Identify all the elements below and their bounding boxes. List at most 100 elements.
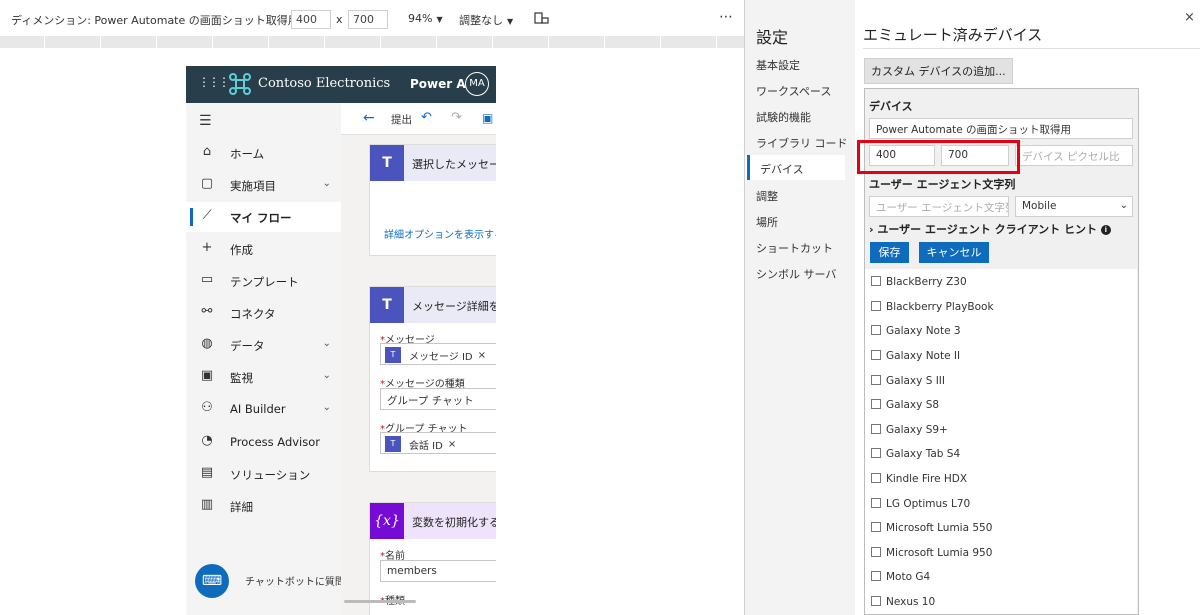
horizontal-scrollbar[interactable] bbox=[344, 600, 416, 603]
device-list-item[interactable]: Blackberry PlayBook bbox=[871, 301, 994, 313]
settings-nav-devices[interactable]: デバイス bbox=[760, 161, 804, 177]
client-hints-label: ユーザー エージェント クライアント ヒント bbox=[877, 223, 1097, 236]
card-header[interactable]: T メッセージ詳細を bbox=[370, 287, 496, 323]
settings-nav: 設定 基本設定 ワークスペース 試験的機能 ライブラリ コード デバイス 調整 … bbox=[745, 0, 855, 615]
checkbox[interactable] bbox=[871, 375, 881, 385]
save-icon[interactable]: ▣ bbox=[482, 111, 493, 125]
nav-item-process-advisor[interactable]: ◔ Process Advisor bbox=[186, 427, 341, 457]
back-arrow-icon[interactable]: ← bbox=[363, 110, 375, 126]
zoom-select[interactable]: 94% ▼ bbox=[408, 12, 443, 25]
device-list-item[interactable]: Galaxy S9+ bbox=[871, 424, 948, 436]
nav-item-solutions[interactable]: ▤ ソリューション bbox=[186, 459, 341, 489]
device-name-input[interactable]: Power Automate の画面ショット取得用 bbox=[869, 118, 1133, 139]
device-list-item[interactable]: Galaxy Tab S4 bbox=[871, 448, 960, 460]
nav-item-connectors[interactable]: ⚯ コネクタ bbox=[186, 298, 341, 328]
checkbox[interactable] bbox=[871, 448, 881, 458]
conversation-id-field[interactable]: T 会話 ID × bbox=[380, 432, 496, 454]
checkbox[interactable] bbox=[871, 522, 881, 532]
height-input[interactable]: 700 bbox=[348, 10, 388, 29]
device-list-item[interactable]: Galaxy Note II bbox=[871, 350, 960, 362]
action-card-message-details[interactable]: T メッセージ詳細を *メッセージ T メッセージ ID × *メッセージの種類 グ… bbox=[369, 286, 496, 472]
device-list-item[interactable]: Moto G4 bbox=[871, 571, 930, 583]
chatbot-label[interactable]: チャットボットに質問 bbox=[245, 573, 345, 588]
device-list-item[interactable]: Microsoft Lumia 950 bbox=[871, 547, 992, 559]
throttle-select[interactable]: 調整なし ▼ bbox=[459, 12, 513, 28]
nav-item-my-flows[interactable]: ⟋ マイ フロー bbox=[186, 202, 341, 232]
device-list-scrollbar[interactable]: ▲ ▼ bbox=[1137, 89, 1139, 614]
settings-nav-throttling[interactable]: 調整 bbox=[756, 188, 778, 204]
client-hints-toggle[interactable]: › ユーザー エージェント クライアント ヒント i bbox=[869, 221, 1111, 237]
settings-nav-symbol-server[interactable]: シンボル サーバ bbox=[756, 266, 836, 282]
user-agent-input[interactable]: ユーザー エージェント文字列 bbox=[869, 196, 1009, 217]
checkbox[interactable] bbox=[871, 571, 881, 581]
device-pixel-ratio-input[interactable]: デバイス ピクセル比 bbox=[1015, 145, 1133, 166]
checkbox[interactable] bbox=[871, 276, 881, 286]
nav-item-learn[interactable]: ▥ 詳細 bbox=[186, 491, 341, 521]
nav-item-monitor[interactable]: ▣ 監視 ⌄ bbox=[186, 362, 341, 392]
checkbox[interactable] bbox=[871, 547, 881, 557]
redo-icon[interactable]: ↷ bbox=[451, 110, 462, 125]
user-agent-type-select[interactable]: Mobile ⌄ bbox=[1015, 196, 1133, 217]
width-input[interactable]: 400 bbox=[291, 10, 331, 29]
device-list-item[interactable]: Galaxy S III bbox=[871, 375, 945, 387]
checkbox[interactable] bbox=[871, 301, 881, 311]
chatbot-icon[interactable]: ⌨ bbox=[195, 564, 229, 598]
card-header[interactable]: {x} 変数を初期化する bbox=[370, 503, 496, 539]
action-card-initialize-variable[interactable]: {x} 変数を初期化する *名前 members *種類 bbox=[369, 502, 496, 615]
checkbox[interactable] bbox=[871, 325, 881, 335]
rotate-icon[interactable] bbox=[534, 11, 550, 25]
checkbox[interactable] bbox=[871, 473, 881, 483]
device-name: Microsoft Lumia 550 bbox=[886, 522, 993, 534]
nav-item-create[interactable]: + 作成 bbox=[186, 234, 341, 264]
device-list-item[interactable]: Microsoft Lumia 550 bbox=[871, 522, 992, 534]
show-advanced-link[interactable]: 詳細オプションを表示する bbox=[384, 226, 496, 241]
save-button[interactable]: 保存 bbox=[870, 242, 909, 263]
cancel-button[interactable]: キャンセル bbox=[919, 242, 989, 263]
undo-icon[interactable]: ↶ bbox=[421, 110, 432, 125]
settings-nav-locations[interactable]: 場所 bbox=[756, 214, 778, 230]
conversation-id-token[interactable]: T 会話 ID × bbox=[385, 436, 456, 452]
remove-token-icon[interactable]: × bbox=[448, 439, 456, 450]
settings-nav-workspace[interactable]: ワークスペース bbox=[756, 83, 831, 99]
hamburger-icon[interactable]: ☰ bbox=[199, 113, 212, 129]
card-header[interactable]: T 選択したメッセー bbox=[370, 145, 496, 181]
checkbox[interactable] bbox=[871, 424, 881, 434]
info-icon[interactable]: i bbox=[1100, 225, 1111, 235]
checkbox[interactable] bbox=[871, 498, 881, 508]
message-id-token[interactable]: T メッセージ ID × bbox=[385, 347, 486, 363]
more-icon[interactable]: ⋯ bbox=[719, 9, 733, 25]
dimension-select[interactable]: ディメンション: Power Automate の画面ショット取得用▼ bbox=[11, 12, 309, 28]
close-icon[interactable]: × bbox=[1184, 10, 1195, 25]
checkbox[interactable] bbox=[871, 596, 881, 606]
nav-item-ai-builder[interactable]: ⚇ AI Builder ⌄ bbox=[186, 394, 341, 424]
nav-item-templates[interactable]: ▭ テンプレート bbox=[186, 266, 341, 296]
card-title: メッセージ詳細を bbox=[412, 300, 496, 313]
add-custom-device-button[interactable]: カスタム デバイスの追加... bbox=[864, 58, 1013, 84]
submit-button[interactable]: 提出 bbox=[391, 112, 412, 127]
nav-item-home[interactable]: ⌂ ホーム bbox=[186, 138, 341, 168]
device-list-item[interactable]: BlackBerry Z30 bbox=[871, 276, 967, 288]
device-list-item[interactable]: LG Optimus L70 bbox=[871, 498, 970, 510]
device-list-item[interactable]: Galaxy Note 3 bbox=[871, 325, 961, 337]
variable-name-field[interactable]: members bbox=[380, 560, 496, 582]
settings-nav-preferences[interactable]: 基本設定 bbox=[756, 57, 800, 73]
device-list-item[interactable]: Galaxy S8 bbox=[871, 399, 939, 411]
chevron-down-icon: ⌄ bbox=[1119, 200, 1128, 211]
settings-nav-ignore-list[interactable]: ライブラリ コード bbox=[756, 135, 848, 151]
remove-token-icon[interactable]: × bbox=[478, 350, 486, 361]
nav-item-action-items[interactable]: ▢ 実施項目 ⌄ bbox=[186, 170, 341, 200]
settings-nav-experiments[interactable]: 試験的機能 bbox=[756, 109, 811, 125]
device-name: Moto G4 bbox=[886, 571, 931, 583]
message-id-field[interactable]: T メッセージ ID × bbox=[380, 343, 496, 365]
waffle-icon[interactable]: ⋮⋮⋮ bbox=[198, 75, 230, 89]
checkbox[interactable] bbox=[871, 399, 881, 409]
device-list-item[interactable]: Nexus 10 bbox=[871, 596, 935, 608]
action-card-selected-message[interactable]: T 選択したメッセー 詳細オプションを表示する bbox=[369, 144, 496, 256]
settings-nav-shortcuts[interactable]: ショートカット bbox=[756, 240, 833, 256]
checkbox[interactable] bbox=[871, 350, 881, 360]
scrollbar-thumb[interactable] bbox=[1138, 100, 1139, 286]
avatar[interactable]: MA bbox=[465, 72, 489, 96]
message-type-field[interactable]: グループ チャット bbox=[380, 388, 496, 410]
nav-item-data[interactable]: ◍ データ ⌄ bbox=[186, 330, 341, 360]
device-list-item[interactable]: Kindle Fire HDX bbox=[871, 473, 967, 485]
